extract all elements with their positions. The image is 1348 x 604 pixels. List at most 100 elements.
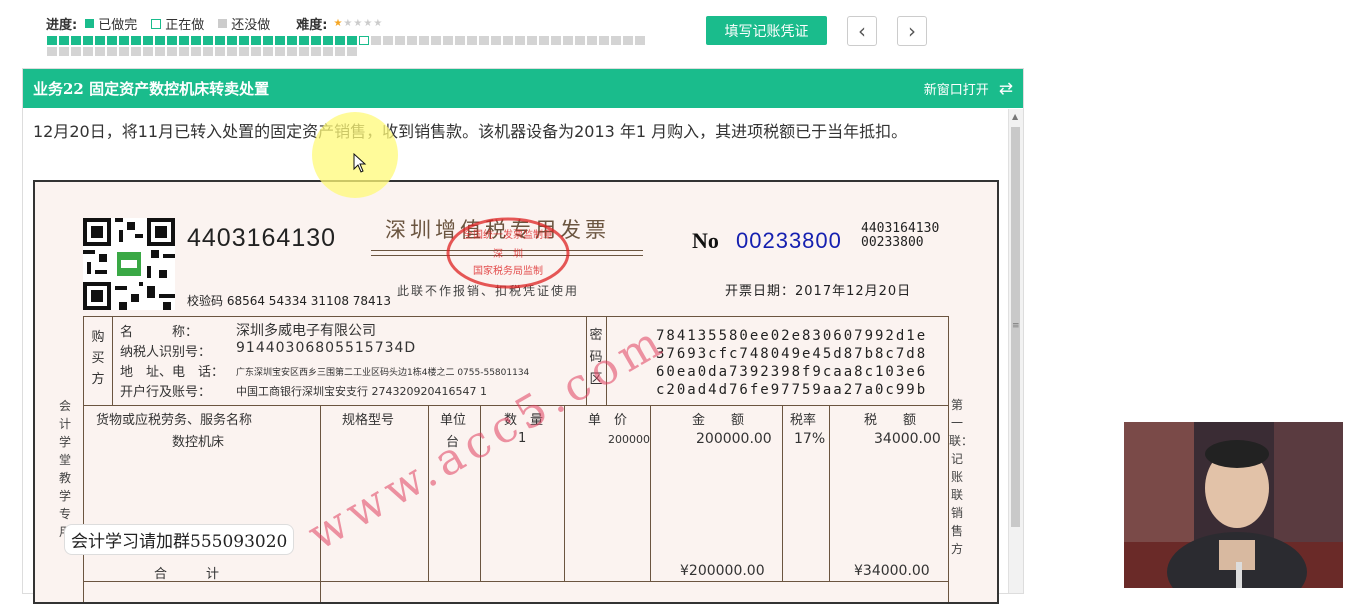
progress-cell[interactable] — [611, 36, 621, 45]
progress-cell[interactable] — [47, 47, 57, 56]
progress-cell[interactable] — [83, 47, 93, 56]
progress-cell[interactable] — [59, 36, 69, 45]
progress-cell[interactable] — [599, 36, 609, 45]
progress-cell[interactable] — [287, 47, 297, 56]
progress-cell[interactable] — [263, 47, 273, 56]
progress-cell[interactable] — [503, 36, 513, 45]
progress-cell[interactable] — [155, 36, 165, 45]
progress-cell[interactable] — [311, 36, 321, 45]
progress-cell[interactable] — [251, 47, 261, 56]
progress-cell[interactable] — [347, 47, 357, 56]
done-label: 已做完 — [98, 18, 138, 33]
presenter-image — [1124, 422, 1343, 588]
star-icon: ★ — [343, 17, 353, 29]
side-label-left: 会计学堂教学专用 — [58, 399, 71, 539]
item-amount: 200000.00 — [696, 431, 772, 447]
progress-cell[interactable] — [71, 47, 81, 56]
progress-cell[interactable] — [119, 47, 129, 56]
progress-cell[interactable] — [287, 36, 297, 45]
progress-cell[interactable] — [407, 36, 417, 45]
progress-cell[interactable] — [191, 47, 201, 56]
invoice-code-right-1: 4403164130 — [861, 221, 940, 236]
invoice-code-right: 4403164130 00233800 — [861, 222, 939, 250]
progress-cell[interactable] — [299, 47, 309, 56]
progress-cell[interactable] — [263, 36, 273, 45]
progress-cell[interactable] — [455, 36, 465, 45]
progress-cell[interactable] — [587, 36, 597, 45]
progress-cell[interactable] — [395, 36, 405, 45]
invoice-table: 购买方 名 称： 深圳多威电子有限公司 纳税人识别号： 914403068055… — [83, 316, 949, 602]
progress-cell[interactable] — [275, 36, 285, 45]
progress-cell[interactable] — [299, 36, 309, 45]
open-new-window-link[interactable]: 新窗口打开 — [924, 79, 989, 98]
progress-cell[interactable] — [323, 47, 333, 56]
star-icon: ★ — [373, 17, 383, 29]
progress-cell[interactable] — [359, 36, 369, 45]
progress-cell[interactable] — [47, 36, 57, 45]
progress-cell[interactable] — [107, 47, 117, 56]
progress-cell[interactable] — [371, 36, 381, 45]
buyer-tax-label: 纳税人识别号： — [120, 345, 212, 360]
progress-cell[interactable] — [491, 36, 501, 45]
progress-cell[interactable] — [143, 47, 153, 56]
scroll-up-icon[interactable]: ▲ — [1012, 112, 1018, 121]
progress-cell[interactable] — [227, 47, 237, 56]
progress-cell[interactable] — [515, 36, 525, 45]
progress-cell[interactable] — [563, 36, 573, 45]
progress-cell[interactable] — [215, 36, 225, 45]
progress-cell[interactable] — [155, 47, 165, 56]
progress-cell[interactable] — [635, 36, 645, 45]
swap-icon[interactable]: ⇄ — [999, 79, 1013, 99]
task-panel: 业务22 固定资产数控机床转卖处置 新窗口打开 ⇄ 12月20日，将11月已转入… — [22, 68, 1024, 604]
progress-cell[interactable] — [119, 36, 129, 45]
progress-cell[interactable] — [215, 47, 225, 56]
svg-text:全国统一发票监制章: 全国统一发票监制章 — [463, 228, 553, 241]
progress-cell[interactable] — [83, 36, 93, 45]
buyer-name-label: 名 称： — [120, 325, 199, 340]
next-button[interactable]: › — [897, 16, 927, 46]
progress-cell[interactable] — [251, 36, 261, 45]
progress-cell[interactable] — [551, 36, 561, 45]
progress-cell[interactable] — [323, 36, 333, 45]
vertical-scrollbar[interactable]: ▲ ≡ — [1008, 109, 1023, 593]
progress-cell[interactable] — [167, 36, 177, 45]
total-amount: ¥200000.00 — [680, 563, 765, 579]
progress-cell[interactable] — [479, 36, 489, 45]
progress-cell[interactable] — [335, 47, 345, 56]
progress-cell[interactable] — [623, 36, 633, 45]
progress-cell[interactable] — [203, 47, 213, 56]
progress-cell[interactable] — [383, 36, 393, 45]
progress-cell[interactable] — [59, 47, 69, 56]
prev-button[interactable]: ‹ — [847, 16, 877, 46]
progress-cell[interactable] — [95, 47, 105, 56]
col-goods: 货物或应税劳务、服务名称 — [96, 413, 253, 428]
progress-cell[interactable] — [335, 36, 345, 45]
progress-cell[interactable] — [203, 36, 213, 45]
chevron-left-icon: ‹ — [858, 19, 866, 43]
progress-cell[interactable] — [107, 36, 117, 45]
progress-cell[interactable] — [227, 36, 237, 45]
progress-cell[interactable] — [419, 36, 429, 45]
progress-cell[interactable] — [443, 36, 453, 45]
progress-cell[interactable] — [575, 36, 585, 45]
progress-cell[interactable] — [167, 47, 177, 56]
progress-cell[interactable] — [275, 47, 285, 56]
invoice-no-value: 00233800 — [736, 228, 842, 253]
progress-cell[interactable] — [311, 47, 321, 56]
progress-cell[interactable] — [539, 36, 549, 45]
fill-voucher-button[interactable]: 填写记账凭证 — [706, 16, 827, 45]
progress-cell[interactable] — [95, 36, 105, 45]
progress-cell[interactable] — [347, 36, 357, 45]
progress-cell[interactable] — [431, 36, 441, 45]
progress-cell[interactable] — [239, 36, 249, 45]
progress-cell[interactable] — [467, 36, 477, 45]
progress-cell[interactable] — [527, 36, 537, 45]
progress-cell[interactable] — [131, 36, 141, 45]
progress-cell[interactable] — [179, 36, 189, 45]
progress-cell[interactable] — [179, 47, 189, 56]
progress-cell[interactable] — [191, 36, 201, 45]
progress-cell[interactable] — [131, 47, 141, 56]
progress-cell[interactable] — [143, 36, 153, 45]
progress-cell[interactable] — [71, 36, 81, 45]
progress-cell[interactable] — [239, 47, 249, 56]
